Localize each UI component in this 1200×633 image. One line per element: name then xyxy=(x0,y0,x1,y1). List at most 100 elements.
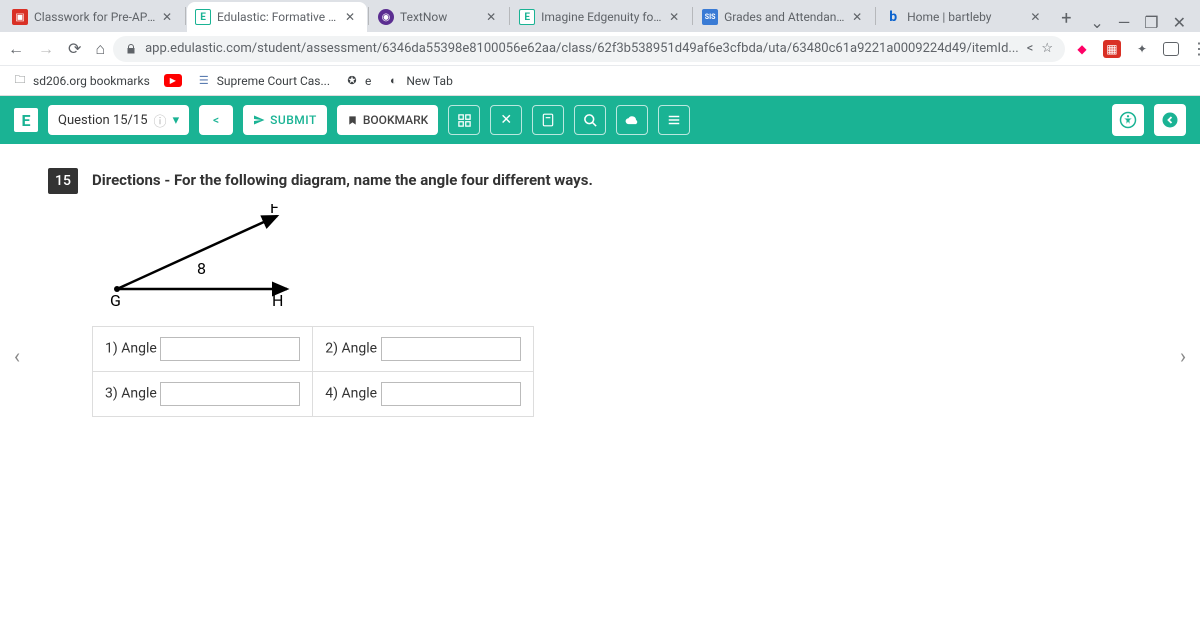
save-exit-button[interactable] xyxy=(1154,104,1186,136)
tab-separator xyxy=(185,7,186,25)
submit-button[interactable]: SUBMIT xyxy=(243,105,327,135)
lock-icon xyxy=(125,43,137,55)
reload-icon[interactable]: ⟳ xyxy=(68,39,81,58)
next-chevron[interactable]: › xyxy=(1180,344,1186,368)
tab-label: Classwork for Pre-AP G xyxy=(34,10,156,24)
diagram-container: G H F 8 xyxy=(92,204,1152,314)
search-icon xyxy=(583,113,598,128)
minimize-icon[interactable]: — xyxy=(1118,13,1131,32)
question-indicator[interactable]: Question 15/15 ⓘ ▾ xyxy=(48,105,189,135)
label-G: G xyxy=(110,291,121,310)
edulastic-logo[interactable]: E • xyxy=(14,108,38,132)
prev-chevron[interactable]: ‹ xyxy=(14,344,20,368)
close-icon[interactable]: ✕ xyxy=(1030,10,1044,24)
bookmark-e[interactable]: ✪ e xyxy=(344,73,371,89)
extension-icons: ◆ ▦ ✦ ⋮ xyxy=(1073,39,1200,58)
new-tab-button[interactable]: + xyxy=(1052,4,1080,32)
grid-icon xyxy=(457,113,472,128)
back-icon[interactable]: ← xyxy=(8,39,24,59)
url-bar[interactable]: app.edulastic.com/student/assessment/634… xyxy=(113,36,1065,62)
angle-input-2[interactable] xyxy=(381,337,521,361)
share-icon[interactable]: < xyxy=(1027,41,1034,56)
close-icon[interactable]: ✕ xyxy=(162,10,176,24)
folder-icon: 🗀 xyxy=(12,73,28,89)
bookmark-label: New Tab xyxy=(406,74,452,88)
menu-lines-button[interactable] xyxy=(658,105,690,135)
favicon-bartleby: b xyxy=(885,9,901,25)
tab-label: Edulastic: Formative an xyxy=(217,10,339,24)
favicon-edgenuity: E xyxy=(519,9,535,25)
answer-label: 2) Angle xyxy=(325,341,377,357)
tab-edgenuity[interactable]: E Imagine Edgenuity for S ✕ xyxy=(511,2,691,32)
restore-icon[interactable]: ❐ xyxy=(1144,13,1158,32)
chevron-left-icon: < xyxy=(213,113,219,127)
grid-button[interactable] xyxy=(448,105,480,135)
forward-icon[interactable]: → xyxy=(38,39,54,59)
question-text: Question 15/15 xyxy=(58,113,148,128)
question-content: ‹ › 15 Directions - For the following di… xyxy=(0,144,1200,633)
extensions-icon[interactable]: ✦ xyxy=(1133,40,1151,58)
globe-icon: ◐ xyxy=(385,73,401,89)
zoom-button[interactable] xyxy=(574,105,606,135)
close-icon[interactable]: ✕ xyxy=(669,10,683,24)
ext-icon-2[interactable]: ▦ xyxy=(1103,40,1121,58)
label-8: 8 xyxy=(197,259,206,278)
question-number-badge: 15 xyxy=(48,168,78,194)
tab-edulastic[interactable]: E Edulastic: Formative an ✕ xyxy=(187,2,367,32)
window-controls: ⌄ — ❐ ✕ xyxy=(1080,13,1196,32)
close-icon[interactable]: ✕ xyxy=(852,10,866,24)
close-icon[interactable]: ✕ xyxy=(486,10,500,24)
angle-input-4[interactable] xyxy=(381,382,521,406)
answer-label: 4) Angle xyxy=(325,386,377,402)
answer-label: 1) Angle xyxy=(105,341,157,357)
chevron-down-icon[interactable]: ⌄ xyxy=(1090,13,1103,32)
answer-table: 1) Angle 2) Angle 3) Angle 4) Angle xyxy=(92,326,534,417)
youtube-icon: ▶ xyxy=(164,74,182,87)
tab-separator xyxy=(692,7,693,25)
close-window-icon[interactable]: ✕ xyxy=(1173,13,1186,32)
bookmark-label: e xyxy=(365,74,371,88)
tab-label: Grades and Attendance xyxy=(724,10,846,24)
table-row: 1) Angle 2) Angle xyxy=(93,327,534,372)
arrow-circle-icon xyxy=(1161,111,1179,129)
home-icon[interactable]: ⌂ xyxy=(95,39,105,59)
bookmark-supreme-court[interactable]: ☰ Supreme Court Cas... xyxy=(196,73,330,89)
angle-diagram: G H F 8 xyxy=(92,204,312,314)
tab-separator xyxy=(509,7,510,25)
angle-input-1[interactable] xyxy=(160,337,300,361)
cloud-button[interactable] xyxy=(616,105,648,135)
label-H: H xyxy=(272,291,283,310)
menu-icon[interactable]: ⋮ xyxy=(1191,39,1200,58)
logo-letter: E xyxy=(22,111,31,130)
prev-question-button[interactable]: < xyxy=(199,105,233,135)
bookmark-new-tab[interactable]: ◐ New Tab xyxy=(385,73,452,89)
bookmark-label: sd206.org bookmarks xyxy=(33,74,150,88)
bookmark-youtube[interactable]: ▶ xyxy=(164,74,182,87)
angle-input-3[interactable] xyxy=(160,382,300,406)
bookmark-button[interactable]: BOOKMARK xyxy=(337,105,438,135)
favicon-classroom: ▣ xyxy=(12,9,28,25)
answer-label: 3) Angle xyxy=(105,386,157,402)
tab-classwork[interactable]: ▣ Classwork for Pre-AP G ✕ xyxy=(4,2,184,32)
tab-label: Imagine Edgenuity for S xyxy=(541,10,663,24)
submit-label: SUBMIT xyxy=(270,113,317,127)
bookmark-label: BOOKMARK xyxy=(363,113,428,127)
bookmark-sd206[interactable]: 🗀 sd206.org bookmarks xyxy=(12,73,150,89)
chevron-down-icon: ▾ xyxy=(173,113,180,128)
star-icon[interactable]: ☆ xyxy=(1041,41,1053,56)
clear-button[interactable]: ✕ xyxy=(490,105,522,135)
calculator-button[interactable] xyxy=(532,105,564,135)
nav-icons: ← → ⟳ ⌂ xyxy=(8,39,105,59)
accessibility-button[interactable] xyxy=(1112,104,1144,136)
edulastic-header: E • Question 15/15 ⓘ ▾ < SUBMIT BOOKMARK… xyxy=(0,96,1200,144)
tab-textnow[interactable]: ◉ TextNow ✕ xyxy=(370,2,508,32)
tab-label: Home | bartleby xyxy=(907,10,1024,24)
url-text: app.edulastic.com/student/assessment/634… xyxy=(145,41,1019,56)
close-icon[interactable]: ✕ xyxy=(345,10,359,24)
question-directions: Directions - For the following diagram, … xyxy=(92,168,593,189)
tab-grades[interactable]: SIS Grades and Attendance ✕ xyxy=(694,2,874,32)
question-header: 15 Directions - For the following diagra… xyxy=(48,168,1152,194)
ext-icon-1[interactable]: ◆ xyxy=(1073,40,1091,58)
side-panel-icon[interactable] xyxy=(1163,42,1179,56)
tab-bartleby[interactable]: b Home | bartleby ✕ xyxy=(877,2,1052,32)
